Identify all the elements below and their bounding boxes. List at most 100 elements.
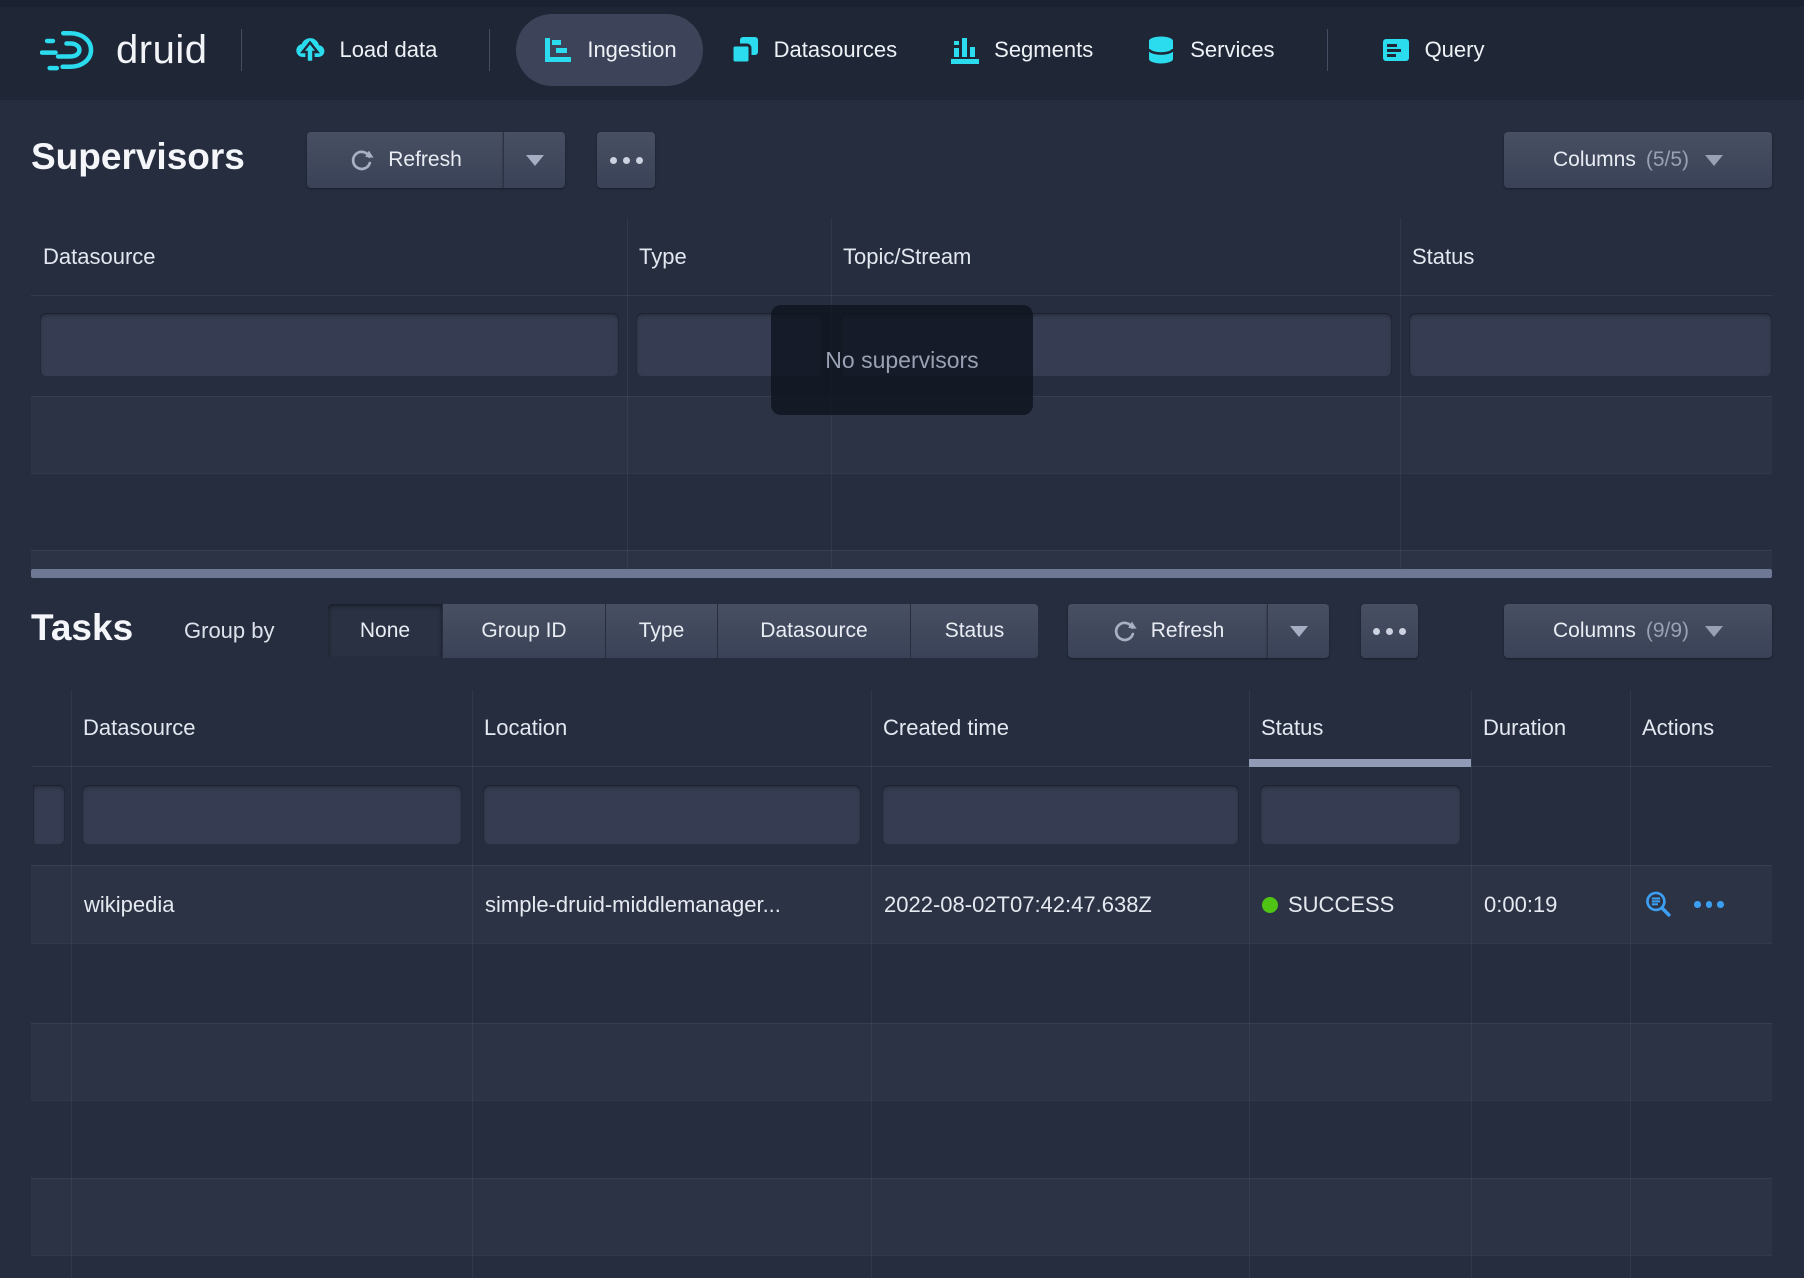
more-icon — [610, 157, 643, 164]
chevron-down-icon — [526, 155, 544, 166]
gantt-chart-icon — [542, 34, 574, 66]
group-by-button-group: None Group ID Type Datasource Status — [328, 604, 1038, 658]
column-header-created-time[interactable]: Created time — [871, 690, 1249, 766]
task-row-wikipedia[interactable]: wikipedia simple-druid-middlemanager... … — [31, 865, 1772, 943]
duration-filter-cell — [1471, 767, 1630, 865]
nav-divider — [489, 29, 490, 71]
more-icon — [1373, 628, 1406, 635]
column-header-status[interactable]: Status — [1400, 218, 1772, 295]
nav-ingestion[interactable]: Ingestion — [516, 14, 702, 86]
tasks-refresh-button[interactable]: Refresh — [1068, 604, 1267, 658]
tasks-filter-row — [31, 767, 1772, 865]
group-by-datasource-button[interactable]: Datasource — [717, 604, 910, 658]
supervisors-refresh-menu-button[interactable] — [503, 132, 565, 188]
expander-cell[interactable] — [31, 866, 71, 943]
chevron-down-icon — [1705, 155, 1723, 166]
table-row — [31, 1100, 1772, 1178]
group-by-label: Group by — [184, 618, 275, 644]
brand-wordmark: druid — [116, 28, 207, 73]
refresh-label: Refresh — [388, 148, 462, 172]
group-by-none-button[interactable]: None — [328, 604, 442, 658]
tasks-table-header: Datasource Location Created time Status … — [31, 690, 1772, 767]
cloud-upload-icon — [294, 34, 326, 66]
horizontal-scrollbar[interactable] — [31, 569, 1772, 578]
column-header-topic-stream[interactable]: Topic/Stream — [831, 218, 1400, 295]
tasks-columns-button[interactable]: Columns (9/9) — [1504, 604, 1772, 658]
nav-item-label: Segments — [994, 37, 1093, 63]
datasource-cell: wikipedia — [71, 866, 472, 943]
nav-load-data[interactable]: Load data — [268, 14, 463, 86]
druid-logo-icon — [40, 25, 102, 75]
datasource-filter-input[interactable] — [40, 313, 619, 377]
console-icon — [1380, 34, 1412, 66]
column-header-expander[interactable] — [31, 690, 71, 766]
chevron-down-icon — [1705, 626, 1723, 637]
table-row — [31, 1178, 1772, 1255]
column-header-location[interactable]: Location — [472, 690, 871, 766]
refresh-icon — [1111, 618, 1138, 645]
refresh-label: Refresh — [1151, 619, 1225, 643]
supervisors-table-header: Datasource Type Topic/Stream Status — [31, 218, 1772, 296]
no-supervisors-message: No supervisors — [771, 305, 1033, 415]
expander-filter-input[interactable] — [33, 785, 65, 845]
nav-divider — [241, 29, 242, 71]
column-header-datasource[interactable]: Datasource — [31, 218, 627, 295]
tasks-refresh-menu-button[interactable] — [1267, 604, 1329, 658]
supervisors-title: Supervisors — [31, 136, 245, 178]
task-actions-more-icon[interactable] — [1694, 901, 1724, 908]
column-header-datasource[interactable]: Datasource — [71, 690, 472, 766]
group-by-group-id-button[interactable]: Group ID — [442, 604, 605, 658]
columns-count: (5/5) — [1646, 148, 1689, 172]
nav-item-label: Services — [1190, 37, 1274, 63]
table-row — [31, 550, 1772, 569]
status-filter-input[interactable] — [1409, 313, 1772, 377]
supervisors-columns-button[interactable]: Columns (5/5) — [1504, 132, 1772, 188]
created-time-filter-input[interactable] — [882, 785, 1239, 845]
nav-item-label: Query — [1425, 37, 1485, 63]
task-detail-search-icon[interactable] — [1643, 889, 1674, 920]
column-header-duration[interactable]: Duration — [1471, 690, 1630, 766]
created-time-cell: 2022-08-02T07:42:47.638Z — [871, 866, 1249, 943]
status-badge: SUCCESS — [1288, 892, 1394, 918]
actions-cell — [1630, 866, 1772, 943]
duration-cell: 0:00:19 — [1471, 866, 1630, 943]
nav-divider — [1327, 29, 1328, 71]
table-row — [31, 473, 1772, 550]
column-header-status[interactable]: Status — [1249, 690, 1471, 766]
nav-query[interactable]: Query — [1354, 14, 1511, 86]
status-cell: SUCCESS — [1249, 866, 1471, 943]
supervisors-refresh-button[interactable]: Refresh — [307, 132, 503, 188]
chevron-down-icon — [1290, 626, 1308, 637]
nav-segments[interactable]: Segments — [923, 14, 1119, 86]
tasks-more-button[interactable] — [1361, 604, 1418, 658]
brand-link[interactable]: druid — [40, 25, 207, 75]
table-row — [31, 1023, 1772, 1100]
columns-count: (9/9) — [1646, 619, 1689, 643]
nav-item-label: Ingestion — [587, 37, 676, 63]
nav-services[interactable]: Services — [1119, 14, 1300, 86]
location-cell: simple-druid-middlemanager... — [472, 866, 871, 943]
window-top-edge — [0, 0, 1804, 7]
group-by-status-button[interactable]: Status — [910, 604, 1038, 658]
column-header-type[interactable]: Type — [627, 218, 831, 295]
tasks-title: Tasks — [31, 607, 133, 649]
status-filter-input[interactable] — [1260, 785, 1461, 845]
column-header-actions[interactable]: Actions — [1630, 690, 1772, 766]
columns-label: Columns — [1553, 619, 1636, 643]
supervisors-more-button[interactable] — [597, 132, 655, 188]
location-filter-input[interactable] — [483, 785, 861, 845]
database-icon — [1145, 34, 1177, 66]
supervisors-table: Datasource Type Topic/Stream Status No s… — [31, 218, 1772, 569]
refresh-icon — [348, 147, 375, 174]
table-row — [31, 1255, 1772, 1278]
table-row — [31, 943, 1772, 1023]
group-by-type-button[interactable]: Type — [605, 604, 717, 658]
status-success-dot — [1262, 897, 1278, 913]
nav-item-label: Datasources — [774, 37, 898, 63]
druid-console: druid Load data Ingestion — [0, 0, 1804, 1278]
bar-chart-icon — [949, 34, 981, 66]
columns-label: Columns — [1553, 148, 1636, 172]
datasource-filter-input[interactable] — [82, 785, 462, 845]
nav-datasources[interactable]: Datasources — [703, 14, 924, 86]
status-sort-indicator — [1249, 759, 1471, 767]
